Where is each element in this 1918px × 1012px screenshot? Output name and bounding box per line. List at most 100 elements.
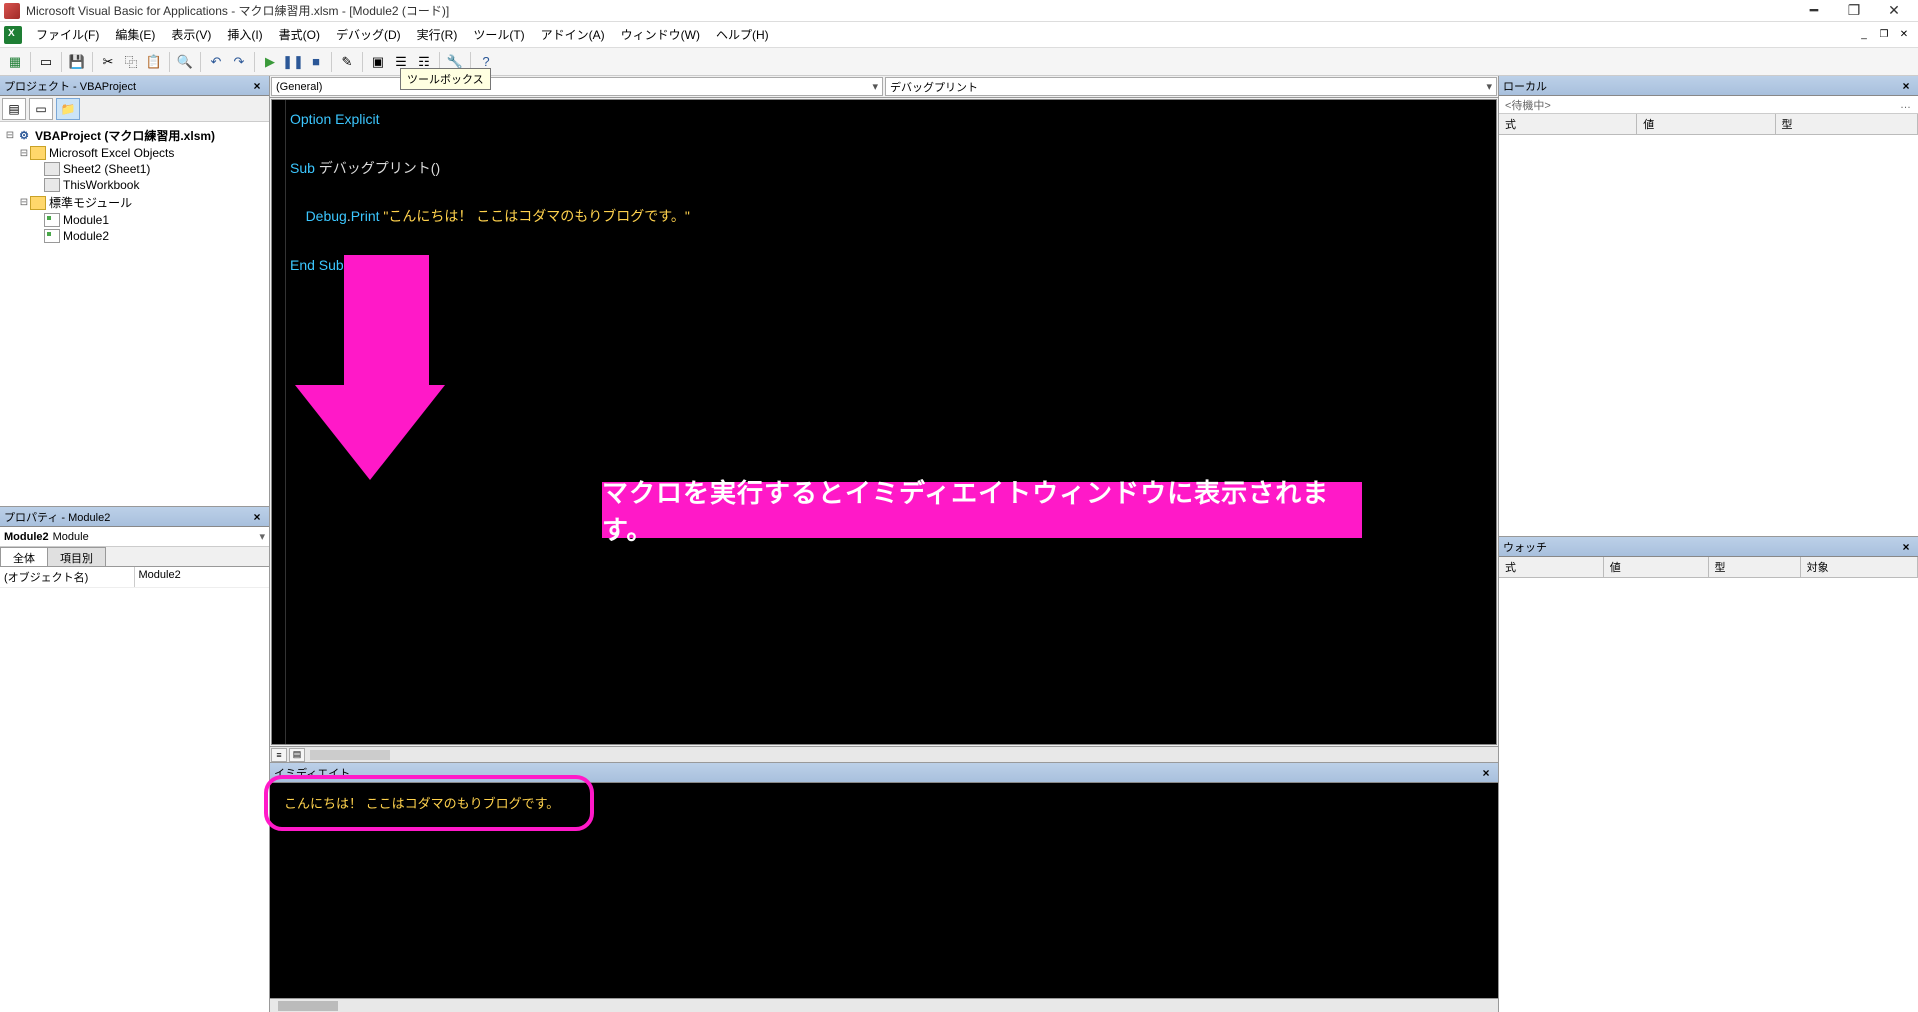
watch-col-type[interactable]: 型 — [1709, 557, 1801, 577]
procedure-view-icon[interactable]: ≡ — [271, 748, 287, 762]
properties-panel: プロパティ - Module2 × Module2 Module ▾ 全体 項目… — [0, 506, 269, 1012]
watch-col-expr[interactable]: 式 — [1499, 557, 1604, 577]
insert-module-icon[interactable]: ▭ — [35, 51, 57, 73]
immediate-panel-title: イミディエイト — [274, 765, 1478, 781]
window-titlebar: Microsoft Visual Basic for Applications … — [0, 0, 1918, 22]
view-code-icon[interactable]: ▤ — [2, 98, 26, 120]
reset-icon[interactable]: ■ — [305, 51, 327, 73]
code-view-buttons: ≡ ▤ — [270, 746, 1498, 762]
annotation-arrow-icon — [327, 255, 445, 480]
tree-std-modules-label: 標準モジュール — [49, 194, 132, 211]
immediate-panel-close-icon[interactable]: × — [1478, 765, 1494, 781]
object-dropdown-value: (General) — [276, 81, 322, 93]
locals-panel-title: ローカル — [1503, 78, 1898, 94]
view-object-icon[interactable]: ▭ — [29, 98, 53, 120]
horizontal-scrollbar[interactable] — [310, 750, 390, 760]
immediate-window-body[interactable]: こんにちは！ ここはコダマのもりブログです。 — [270, 783, 1498, 998]
chevron-down-icon: ▾ — [872, 80, 878, 93]
locals-status-bar: <待機中> … — [1499, 96, 1918, 114]
tree-sheet2-label: Sheet2 (Sheet1) — [63, 162, 150, 176]
close-button[interactable]: ✕ — [1874, 0, 1914, 22]
minimize-button[interactable]: ━ — [1794, 0, 1834, 22]
mdi-minimize-button[interactable]: _ — [1855, 27, 1873, 43]
main-area: プロジェクト - VBAProject × ▤ ▭ 📁 ⊟ ⚙ VBAProje… — [0, 76, 1918, 1012]
watch-panel-title: ウォッチ — [1503, 539, 1898, 555]
menu-file[interactable]: ファイル(F) — [28, 23, 107, 46]
locals-panel: ローカル × <待機中> … 式 値 型 — [1499, 76, 1918, 536]
watch-grid-body[interactable] — [1499, 578, 1918, 1012]
tree-project-root[interactable]: ⊟ ⚙ VBAProject (マクロ練習用.xlsm) — [4, 126, 265, 145]
menu-edit[interactable]: 編集(E) — [107, 23, 163, 46]
menu-view[interactable]: 表示(V) — [163, 23, 219, 46]
cut-icon[interactable]: ✂ — [97, 51, 119, 73]
mdi-close-button[interactable]: ✕ — [1895, 27, 1913, 43]
menu-help[interactable]: ヘルプ(H) — [708, 23, 777, 46]
locals-panel-header[interactable]: ローカル × — [1499, 76, 1918, 96]
tree-excel-objects[interactable]: ⊟ Microsoft Excel Objects — [4, 145, 265, 161]
redo-icon[interactable]: ↷ — [228, 51, 250, 73]
immediate-panel-header[interactable]: イミディエイト × — [270, 763, 1498, 783]
tree-module1-label: Module1 — [63, 213, 109, 227]
properties-object-name: Module2 — [4, 531, 49, 543]
menu-run[interactable]: 実行(R) — [409, 23, 466, 46]
immediate-panel: イミディエイト × こんにちは！ ここはコダマのもりブログです。 — [270, 762, 1498, 1012]
locals-col-type[interactable]: 型 — [1776, 114, 1918, 134]
properties-panel-header[interactable]: プロパティ - Module2 × — [0, 507, 269, 527]
left-column: プロジェクト - VBAProject × ▤ ▭ 📁 ⊟ ⚙ VBAProje… — [0, 76, 270, 1012]
procedure-dropdown[interactable]: デバッグプリント ▾ — [885, 77, 1497, 96]
locals-col-val[interactable]: 値 — [1637, 114, 1775, 134]
tab-categorized[interactable]: 項目別 — [47, 547, 106, 566]
excel-icon[interactable] — [4, 26, 22, 44]
properties-panel-close-icon[interactable]: × — [249, 509, 265, 525]
menu-window[interactable]: ウィンドウ(W) — [613, 23, 708, 46]
save-icon[interactable]: 💾 — [66, 51, 88, 73]
maximize-button[interactable]: ❐ — [1834, 0, 1874, 22]
watch-col-val[interactable]: 値 — [1604, 557, 1709, 577]
project-panel-close-icon[interactable]: × — [249, 78, 265, 94]
run-icon[interactable]: ▶ — [259, 51, 281, 73]
project-explorer-icon[interactable]: ▣ — [367, 51, 389, 73]
watch-panel-header[interactable]: ウォッチ × — [1499, 537, 1918, 557]
project-panel-title: プロジェクト - VBAProject — [4, 78, 249, 94]
copy-icon[interactable]: ⿻ — [120, 51, 142, 73]
properties-object-selector[interactable]: Module2 Module ▾ — [0, 527, 269, 547]
menu-debug[interactable]: デバッグ(D) — [328, 23, 409, 46]
tree-module1[interactable]: Module1 — [4, 212, 265, 228]
break-icon[interactable]: ❚❚ — [282, 51, 304, 73]
mdi-restore-button[interactable]: ❐ — [1875, 27, 1893, 43]
menu-format[interactable]: 書式(O) — [271, 23, 328, 46]
menu-tools[interactable]: ツール(T) — [465, 23, 532, 46]
property-value[interactable]: Module2 — [135, 567, 270, 587]
property-row[interactable]: (オブジェクト名) Module2 — [0, 567, 269, 588]
paste-icon[interactable]: 📋 — [143, 51, 165, 73]
full-module-view-icon[interactable]: ▤ — [289, 748, 305, 762]
undo-icon[interactable]: ↶ — [205, 51, 227, 73]
tab-all[interactable]: 全体 — [0, 547, 48, 566]
project-tree[interactable]: ⊟ ⚙ VBAProject (マクロ練習用.xlsm) ⊟ Microsoft… — [0, 122, 269, 506]
watch-col-target[interactable]: 対象 — [1801, 557, 1918, 577]
tree-module2[interactable]: Module2 — [4, 228, 265, 244]
locals-callstack-icon[interactable]: … — [1900, 99, 1912, 111]
design-mode-icon[interactable]: ✎ — [336, 51, 358, 73]
locals-grid-body[interactable] — [1499, 135, 1918, 536]
menu-insert[interactable]: 挿入(I) — [219, 23, 270, 46]
object-dropdown[interactable]: (General) ▾ — [271, 77, 883, 96]
code-editor[interactable]: Option Explicit Sub デバッグプリント() Debug.Pri… — [271, 99, 1497, 745]
locals-col-expr[interactable]: 式 — [1499, 114, 1637, 134]
tree-thisworkbook[interactable]: ThisWorkbook — [4, 177, 265, 193]
view-excel-icon[interactable]: ▦ — [4, 51, 26, 73]
immediate-output-text: こんにちは！ ここはコダマのもりブログです。 — [284, 796, 559, 811]
tree-sheet2[interactable]: Sheet2 (Sheet1) — [4, 161, 265, 177]
project-panel-header[interactable]: プロジェクト - VBAProject × — [0, 76, 269, 96]
watch-panel-close-icon[interactable]: × — [1898, 539, 1914, 555]
tree-std-modules[interactable]: ⊟ 標準モジュール — [4, 193, 265, 212]
procedure-dropdown-value: デバッグプリント — [890, 79, 978, 95]
tree-project-label: VBAProject (マクロ練習用.xlsm) — [35, 127, 215, 144]
menu-addins[interactable]: アドイン(A) — [533, 23, 613, 46]
properties-tabs: 全体 項目別 — [0, 547, 269, 567]
find-icon[interactable]: 🔍 — [174, 51, 196, 73]
locals-panel-close-icon[interactable]: × — [1898, 78, 1914, 94]
immediate-scrollbar[interactable] — [270, 998, 1498, 1012]
tree-excel-objects-label: Microsoft Excel Objects — [49, 146, 174, 160]
toggle-folders-icon[interactable]: 📁 — [56, 98, 80, 120]
